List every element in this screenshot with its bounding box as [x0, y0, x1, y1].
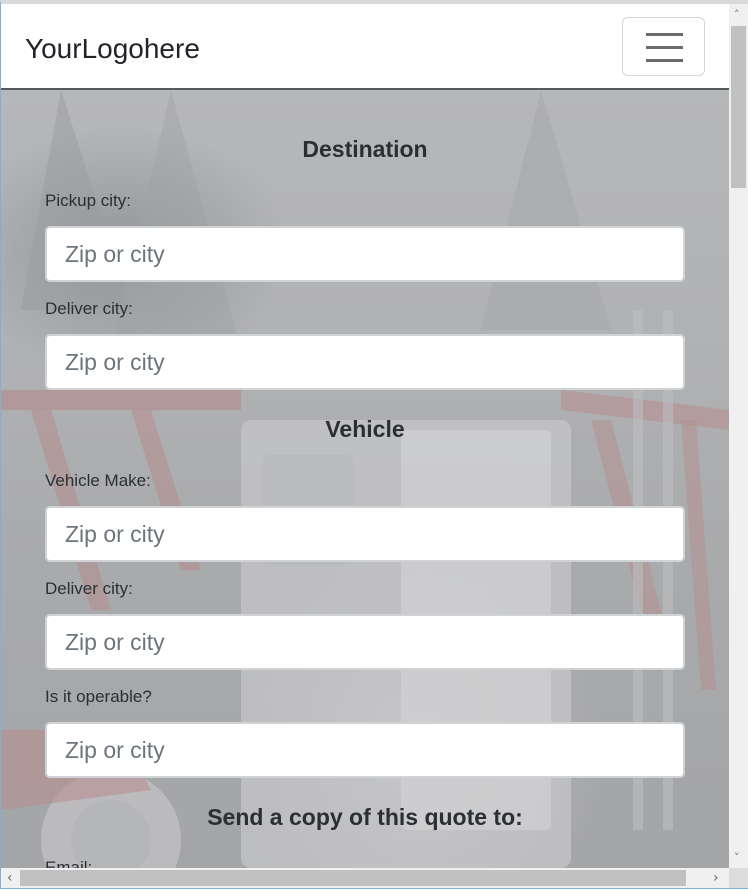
brand-logo[interactable]: YourLogohere [25, 32, 200, 66]
vehicle-deliver-city-label: Deliver city: [45, 579, 133, 598]
horizontal-scroll-thumb[interactable] [20, 870, 686, 886]
navbar: YourLogohere [1, 4, 729, 90]
vehicle-heading: Vehicle [325, 416, 405, 442]
pickup-city-input[interactable] [45, 226, 685, 282]
vertical-scrollbar[interactable]: ˄ ˅ [729, 4, 748, 868]
vehicle-make-label: Vehicle Make: [45, 471, 151, 490]
scroll-left-icon[interactable]: ‹ [7, 870, 13, 886]
email-label: Email: [45, 858, 93, 868]
scroll-right-icon[interactable]: › [713, 870, 719, 886]
deliver-city-label: Deliver city: [45, 299, 133, 318]
navbar-toggle-button[interactable] [622, 17, 705, 76]
vehicle-deliver-city-input[interactable] [45, 614, 685, 670]
operable-input[interactable] [45, 722, 685, 778]
scroll-down-icon[interactable]: ˅ [734, 851, 740, 864]
vehicle-make-input[interactable] [45, 506, 685, 562]
deliver-city-input[interactable] [45, 334, 685, 390]
scrollbar-corner [729, 868, 748, 888]
destination-heading: Destination [302, 136, 428, 162]
window-bottom-edge [0, 888, 748, 893]
pickup-city-label: Pickup city: [45, 191, 131, 210]
send-copy-heading: Send a copy of this quote to: [207, 804, 523, 830]
horizontal-scrollbar[interactable]: ‹ › [1, 868, 729, 888]
hero-background-image: Destination Pickup city: Deliver city: V… [1, 90, 729, 868]
vertical-scroll-thumb[interactable] [731, 26, 746, 188]
operable-label: Is it operable? [45, 687, 152, 706]
scroll-up-icon[interactable]: ˄ [734, 8, 740, 21]
